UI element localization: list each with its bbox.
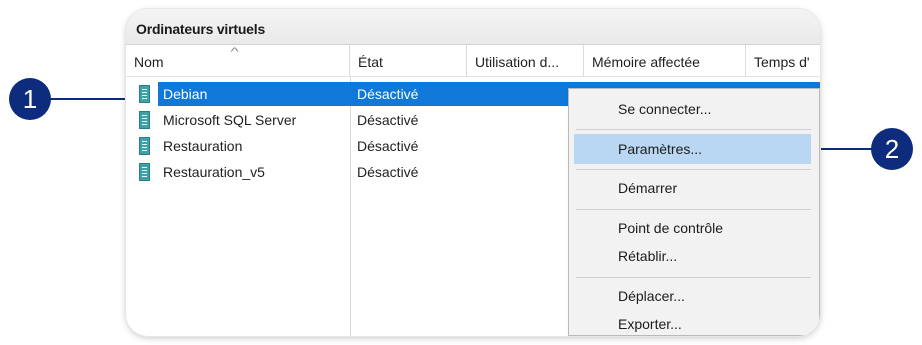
menu-item-export[interactable]: Exporter... bbox=[569, 309, 819, 336]
virtual-machine-icon bbox=[139, 111, 150, 129]
virtual-machine-icon bbox=[139, 163, 150, 181]
panel-header: Ordinateurs virtuels bbox=[126, 9, 820, 45]
column-header-uptime[interactable]: Temps d' bbox=[746, 45, 820, 77]
panel-title: Ordinateurs virtuels bbox=[136, 21, 266, 37]
vm-state: Désactivé bbox=[357, 112, 419, 128]
menu-separator bbox=[576, 169, 811, 170]
vm-name: Restauration bbox=[163, 138, 243, 154]
menu-item-checkpoint[interactable]: Point de contrôle bbox=[569, 213, 819, 243]
vm-name: Microsoft SQL Server bbox=[163, 112, 297, 128]
menu-item-settings[interactable]: Paramètres... bbox=[574, 134, 811, 164]
vm-name: Restauration_v5 bbox=[163, 164, 265, 180]
callout-1-line bbox=[50, 98, 138, 100]
column-header-usage-label: Utilisation d... bbox=[475, 54, 560, 70]
menu-item-move[interactable]: Déplacer... bbox=[569, 281, 819, 311]
menu-separator bbox=[576, 129, 811, 130]
sort-up-icon: ^ bbox=[230, 46, 239, 58]
callout-2-label: 2 bbox=[884, 134, 900, 164]
menu-item-connect[interactable]: Se connecter... bbox=[569, 94, 819, 124]
callout-1-label: 1 bbox=[22, 84, 38, 114]
callout-2: 2 bbox=[871, 128, 913, 170]
column-header-state-label: État bbox=[358, 54, 383, 70]
column-header-state[interactable]: État bbox=[350, 45, 467, 77]
column-header-memory-label: Mémoire affectée bbox=[592, 54, 700, 70]
column-header-memory[interactable]: Mémoire affectée bbox=[584, 45, 746, 77]
stage: 1 2 Ordinateurs virtuels ^ Nom État Util… bbox=[0, 0, 922, 345]
menu-item-start[interactable]: Démarrer bbox=[569, 173, 819, 203]
menu-separator bbox=[576, 277, 811, 278]
column-header-usage[interactable]: Utilisation d... bbox=[467, 45, 584, 77]
context-menu: Se connecter... Paramètres... Démarrer P… bbox=[568, 88, 820, 336]
column-header-uptime-label: Temps d' bbox=[754, 54, 810, 70]
column-header-name[interactable]: ^ Nom bbox=[126, 45, 350, 77]
menu-item-revert[interactable]: Rétablir... bbox=[569, 241, 819, 271]
vm-state: Désactivé bbox=[357, 86, 419, 102]
virtual-machine-icon bbox=[139, 137, 150, 155]
virtual-machine-icon bbox=[139, 85, 150, 103]
vm-state: Désactivé bbox=[357, 138, 419, 154]
vm-name: Debian bbox=[163, 86, 208, 102]
vm-state: Désactivé bbox=[357, 164, 419, 180]
column-header-name-label: Nom bbox=[134, 54, 164, 70]
callout-1: 1 bbox=[9, 78, 51, 120]
menu-separator bbox=[576, 209, 811, 210]
hyperv-panel: Ordinateurs virtuels ^ Nom État Utilisat… bbox=[126, 9, 820, 336]
